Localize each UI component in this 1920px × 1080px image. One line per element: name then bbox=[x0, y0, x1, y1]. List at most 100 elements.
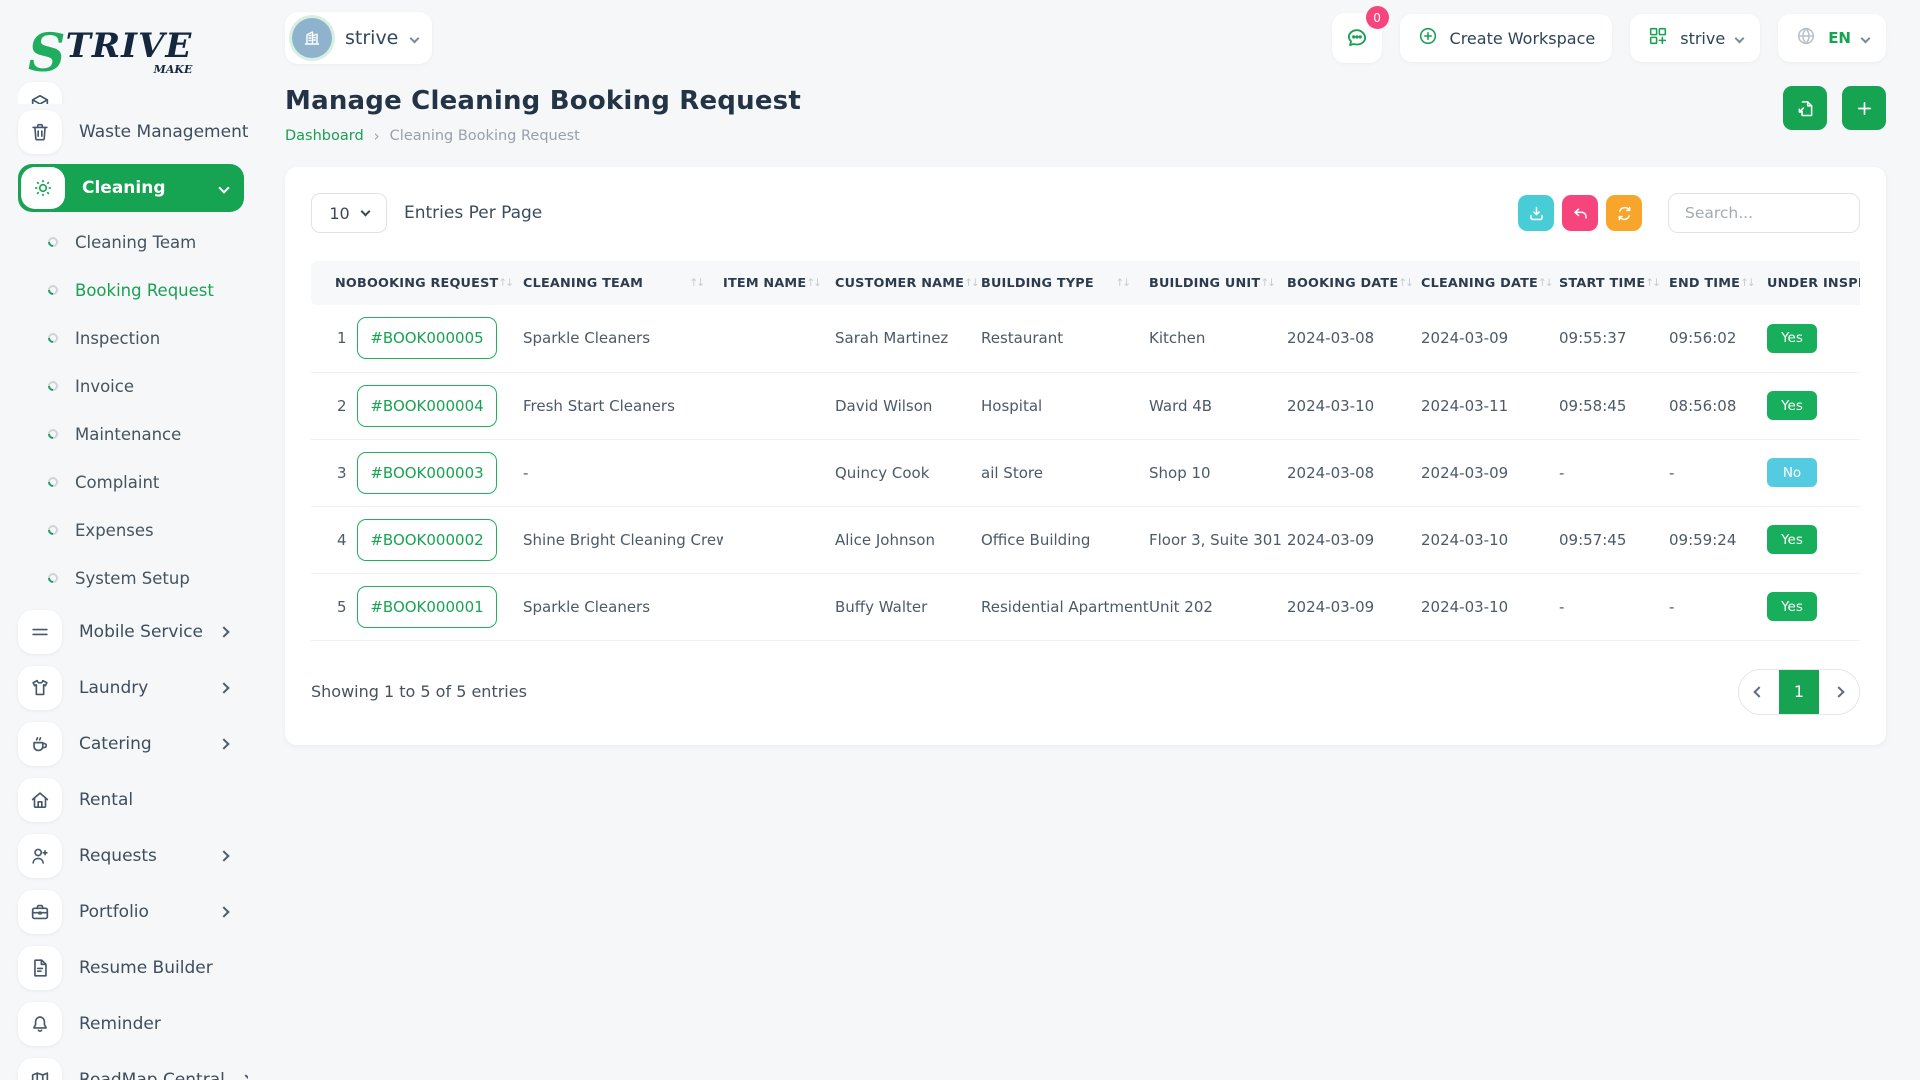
cleaning_team-cell: - bbox=[523, 439, 723, 506]
sidebar-subitem-maintenance[interactable]: Maintenance bbox=[18, 410, 248, 458]
refresh-button[interactable] bbox=[1606, 195, 1642, 231]
add-booking-button[interactable] bbox=[1842, 86, 1886, 130]
sidebar-subitem-system-setup[interactable]: System Setup bbox=[18, 554, 248, 602]
column-header-item_name[interactable]: ITEM NAME↑↓ bbox=[723, 261, 835, 305]
chevron-down-icon bbox=[410, 33, 420, 43]
chevron-right-icon bbox=[240, 1074, 248, 1080]
map-icon bbox=[18, 1058, 62, 1080]
start_time-cell: 09:58:45 bbox=[1559, 372, 1669, 439]
circle-bullet-icon bbox=[46, 331, 60, 345]
sidebar-subitem-label: Maintenance bbox=[75, 425, 181, 444]
table-row: 5#BOOK000001Sparkle CleanersBuffy Walter… bbox=[311, 573, 1860, 640]
chevron-down-icon bbox=[1861, 33, 1871, 43]
sidebar-subitem-label: Booking Request bbox=[75, 281, 214, 300]
bell-icon bbox=[18, 1002, 62, 1046]
booking-request-link[interactable]: #BOOK000004 bbox=[357, 385, 497, 427]
column-label: BOOKING REQUEST bbox=[357, 276, 498, 291]
sidebar-item-requests[interactable]: Requests bbox=[18, 828, 248, 884]
sidebar-item-waste-management[interactable]: Waste Management bbox=[18, 104, 248, 160]
sort-icon: ↑↓ bbox=[964, 277, 978, 289]
undo-icon bbox=[1571, 204, 1590, 223]
entries-per-page-select[interactable]: 10 bbox=[311, 193, 387, 233]
sidebar-subitem-booking-request[interactable]: Booking Request bbox=[18, 266, 248, 314]
sidebar-item-label: Resume Builder bbox=[79, 958, 213, 978]
cleaning_date-cell: 2024-03-10 bbox=[1421, 506, 1559, 573]
sidebar-subitem-complaint[interactable]: Complaint bbox=[18, 458, 248, 506]
download-button[interactable] bbox=[1518, 195, 1554, 231]
booking-request-link[interactable]: #BOOK000002 bbox=[357, 519, 497, 561]
sidebar-subitem-label: Complaint bbox=[75, 473, 159, 492]
end_time-cell: 09:56:02 bbox=[1669, 305, 1767, 372]
end_time-cell: 09:59:24 bbox=[1669, 506, 1767, 573]
chevron-right-icon bbox=[218, 850, 229, 861]
column-label: ITEM NAME bbox=[723, 276, 806, 291]
logo-text: TRIVE MAKE bbox=[66, 31, 193, 76]
sort-icon: ↑↓ bbox=[806, 277, 820, 289]
circle-bullet-icon bbox=[46, 571, 60, 585]
column-header-building_unit[interactable]: BUILDING UNIT↑↓ bbox=[1149, 261, 1287, 305]
sidebar-item-portfolio[interactable]: Portfolio bbox=[18, 884, 248, 940]
column-header-end_time[interactable]: END TIME↑↓ bbox=[1669, 261, 1767, 305]
booking-request-link[interactable]: #BOOK000005 bbox=[357, 317, 497, 359]
column-header-customer_name[interactable]: CUSTOMER NAME↑↓ bbox=[835, 261, 981, 305]
booking_request-cell: #BOOK000005 bbox=[357, 305, 523, 372]
account-menu[interactable]: strive bbox=[1630, 14, 1760, 62]
building_type-cell: Residential Apartment bbox=[981, 573, 1149, 640]
column-header-under_inspection[interactable]: UNDER INSPECTION↑↓ bbox=[1767, 261, 1860, 305]
sidebar-item-mobile-service[interactable]: Mobile Service bbox=[18, 604, 248, 660]
sidebar-item-label: Reminder bbox=[79, 1014, 161, 1034]
column-header-cleaning_date[interactable]: CLEANING DATE↑↓ bbox=[1421, 261, 1559, 305]
sidebar-item-resume-builder[interactable]: Resume Builder bbox=[18, 940, 248, 996]
sidebar-item-laundry[interactable]: Laundry bbox=[18, 660, 248, 716]
booking_request-cell: #BOOK000001 bbox=[357, 573, 523, 640]
breadcrumb-dashboard-link[interactable]: Dashboard bbox=[285, 128, 364, 144]
booking-request-table: NOBOOKING REQUEST↑↓CLEANING TEAM↑↓ITEM N… bbox=[311, 261, 1860, 641]
create-workspace-button[interactable]: Create Workspace bbox=[1400, 14, 1613, 62]
sidebar-item-rental[interactable]: Rental bbox=[18, 772, 248, 828]
sidebar-subitem-expenses[interactable]: Expenses bbox=[18, 506, 248, 554]
under-inspection-badge: Yes bbox=[1767, 525, 1817, 554]
column-header-building_type[interactable]: BUILDING TYPE↑↓ bbox=[981, 261, 1149, 305]
sidebar-subitem-inspection[interactable]: Inspection bbox=[18, 314, 248, 362]
sidebar-item-catering[interactable]: Catering bbox=[18, 716, 248, 772]
chevron-down-icon bbox=[360, 207, 370, 217]
column-label: BUILDING TYPE bbox=[981, 276, 1094, 291]
sidebar-subitem-label: Invoice bbox=[75, 377, 134, 396]
start_time-cell: 09:55:37 bbox=[1559, 305, 1669, 372]
search-input[interactable] bbox=[1668, 193, 1860, 233]
column-header-cleaning_team[interactable]: CLEANING TEAM↑↓ bbox=[523, 261, 723, 305]
plus-icon bbox=[1854, 98, 1875, 119]
column-header-start_time[interactable]: START TIME↑↓ bbox=[1559, 261, 1669, 305]
item_name-cell bbox=[723, 305, 835, 372]
chevron-right-icon bbox=[1833, 686, 1844, 697]
workspace-selector[interactable]: strive bbox=[285, 12, 432, 64]
column-header-booking_date[interactable]: BOOKING DATE↑↓ bbox=[1287, 261, 1421, 305]
column-header-booking_request[interactable]: BOOKING REQUEST↑↓ bbox=[357, 261, 523, 305]
table-row: 1#BOOK000005Sparkle CleanersSarah Martin… bbox=[311, 305, 1860, 372]
sidebar-item-reminder[interactable]: Reminder bbox=[18, 996, 248, 1052]
pagination: 1 bbox=[1738, 669, 1860, 715]
booking-request-link[interactable]: #BOOK000003 bbox=[357, 452, 497, 494]
item_name-cell bbox=[723, 573, 835, 640]
sidebar-subitem-invoice[interactable]: Invoice bbox=[18, 362, 248, 410]
sidebar-item-roadmap-central[interactable]: RoadMap Central bbox=[18, 1052, 248, 1080]
language-selector[interactable]: EN bbox=[1778, 14, 1886, 62]
pagination-page-1[interactable]: 1 bbox=[1779, 670, 1819, 714]
under-inspection-badge: Yes bbox=[1767, 592, 1817, 621]
pagination-next-button[interactable] bbox=[1819, 670, 1859, 714]
sort-icon: ↑↓ bbox=[498, 277, 512, 289]
app-logo[interactable]: S TRIVE MAKE bbox=[18, 14, 248, 76]
export-report-button[interactable] bbox=[1783, 86, 1827, 130]
booking-request-link[interactable]: #BOOK000001 bbox=[357, 586, 497, 628]
no-cell: 3 bbox=[311, 439, 357, 506]
pagination-prev-button[interactable] bbox=[1739, 670, 1779, 714]
sidebar-subitem-label: Cleaning Team bbox=[75, 233, 196, 252]
building_unit-cell: Ward 4B bbox=[1149, 372, 1287, 439]
sidebar-subitem-cleaning-team[interactable]: Cleaning Team bbox=[18, 218, 248, 266]
sidebar-item-cleaning[interactable]: Cleaning bbox=[18, 164, 244, 212]
under_inspection-cell: Yes bbox=[1767, 372, 1860, 439]
grid-plus-icon bbox=[1647, 25, 1669, 51]
chat-button[interactable]: 0 bbox=[1332, 13, 1382, 63]
under_inspection-cell: No bbox=[1767, 439, 1860, 506]
undo-button[interactable] bbox=[1562, 195, 1598, 231]
